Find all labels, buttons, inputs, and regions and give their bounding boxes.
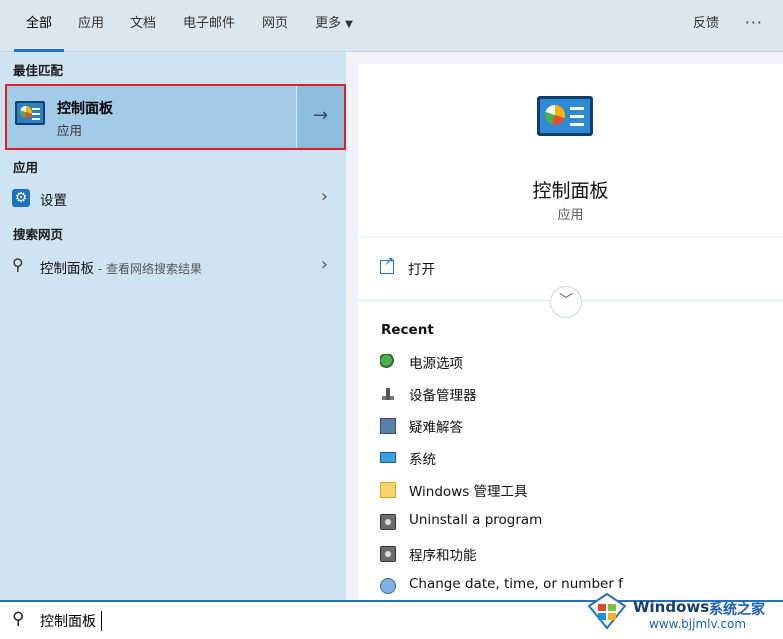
feedback-button[interactable]: 反馈 [693, 0, 719, 48]
web-search-heading: 搜索网页 [13, 227, 64, 242]
windows-logo-icon [587, 592, 627, 630]
preview-subtitle: 应用 [557, 208, 584, 223]
tab-label: 文档 [129, 16, 156, 31]
web-result-label: 控制面板 - 查看网络搜索结果 [40, 257, 202, 277]
recent-item-label: 疑难解答 [409, 420, 463, 436]
tab-all[interactable]: 全部 [14, 0, 64, 52]
open-label: 打开 [408, 262, 435, 278]
recent-item-label: Uninstall a program [409, 512, 543, 528]
preview-pane: 控制面板 应用 打开 ﹀ Recent 电源选项 设备管理器 疑难解答 系统 W… [346, 52, 783, 600]
program-icon [380, 546, 396, 562]
tab-label: 应用 [77, 16, 104, 31]
clock-icon [380, 578, 396, 594]
open-icon [380, 254, 394, 274]
arrow-right-icon: → [312, 105, 329, 126]
recent-item-label: Windows 管理工具 [409, 484, 528, 500]
recent-item-label: 设备管理器 [409, 388, 477, 404]
web-result-query: 控制面板 [40, 261, 94, 277]
tab-documents[interactable]: 文档 [122, 0, 164, 52]
best-match-title: 控制面板 [57, 101, 113, 117]
chevron-down-icon[interactable]: ﹀ [550, 286, 582, 318]
watermark-url: www.bjjmlv.com [649, 617, 747, 631]
watermark-site-name: 系统之家 [709, 602, 765, 618]
troubleshoot-icon [380, 418, 396, 434]
chevron-down-icon: ▼ [345, 19, 353, 30]
app-preview-card: 控制面板 应用 [358, 64, 783, 236]
expand-details-button[interactable]: → [296, 86, 344, 148]
search-input[interactable]: 控制面板 [40, 611, 96, 631]
tab-label: 网页 [261, 16, 288, 31]
list-item-settings[interactable]: ⚙ 设置 › [0, 182, 346, 214]
best-match-result[interactable]: 控制面板 应用 → [5, 84, 346, 150]
folder-icon [380, 482, 396, 498]
recent-item-label: 程序和功能 [409, 548, 477, 564]
tab-label: 全部 [25, 16, 52, 31]
program-icon [380, 514, 396, 530]
tab-more[interactable]: 更多 ▼ [306, 0, 362, 52]
filter-tab-bar: 全部 应用 文档 电子邮件 网页 更多 ▼ 反馈 ··· [0, 0, 783, 52]
list-item-web-search[interactable]: ⚲ 控制面板 - 查看网络搜索结果 › [0, 250, 346, 282]
settings-label: 设置 [40, 193, 67, 209]
power-options-icon [380, 354, 396, 370]
control-panel-icon [15, 101, 45, 125]
device-manager-icon [380, 386, 396, 402]
system-icon [380, 452, 396, 463]
tab-web[interactable]: 网页 [254, 0, 296, 52]
control-panel-icon [537, 96, 593, 136]
text-cursor [101, 611, 102, 631]
tab-label: 电子邮件 [182, 16, 235, 31]
watermark: Windows 系统之家 www.bjjmlv.com [587, 590, 777, 636]
recent-item-label: 电源选项 [409, 356, 463, 372]
search-icon: ⚲ [12, 255, 24, 274]
best-match-subtitle: 应用 [57, 123, 83, 138]
chevron-right-icon[interactable]: › [321, 186, 328, 207]
recent-heading: Recent [381, 322, 434, 338]
watermark-brand: Windows [633, 598, 710, 616]
preview-title: 控制面板 [532, 180, 609, 202]
results-pane: 最佳匹配 控制面板 应用 → 应用 ⚙ 设置 › 搜索网页 ⚲ 控制面板 - 查… [0, 52, 346, 600]
more-options-icon[interactable]: ··· [745, 0, 763, 46]
actions-card: 打开 ﹀ Recent 电源选项 设备管理器 疑难解答 系统 Windows 管… [358, 238, 783, 600]
apps-heading: 应用 [13, 160, 39, 175]
tab-apps[interactable]: 应用 [70, 0, 112, 52]
tab-email[interactable]: 电子邮件 [174, 0, 244, 52]
search-icon: ⚲ [12, 609, 25, 629]
web-result-hint: - 查看网络搜索结果 [94, 262, 202, 276]
best-match-open[interactable]: 控制面板 应用 [7, 86, 296, 148]
tab-label: 更多 [315, 16, 342, 31]
recent-item-label: 系统 [409, 452, 436, 468]
gear-icon: ⚙ [12, 189, 30, 207]
chevron-right-icon[interactable]: › [321, 254, 328, 275]
best-match-heading: 最佳匹配 [13, 63, 64, 78]
